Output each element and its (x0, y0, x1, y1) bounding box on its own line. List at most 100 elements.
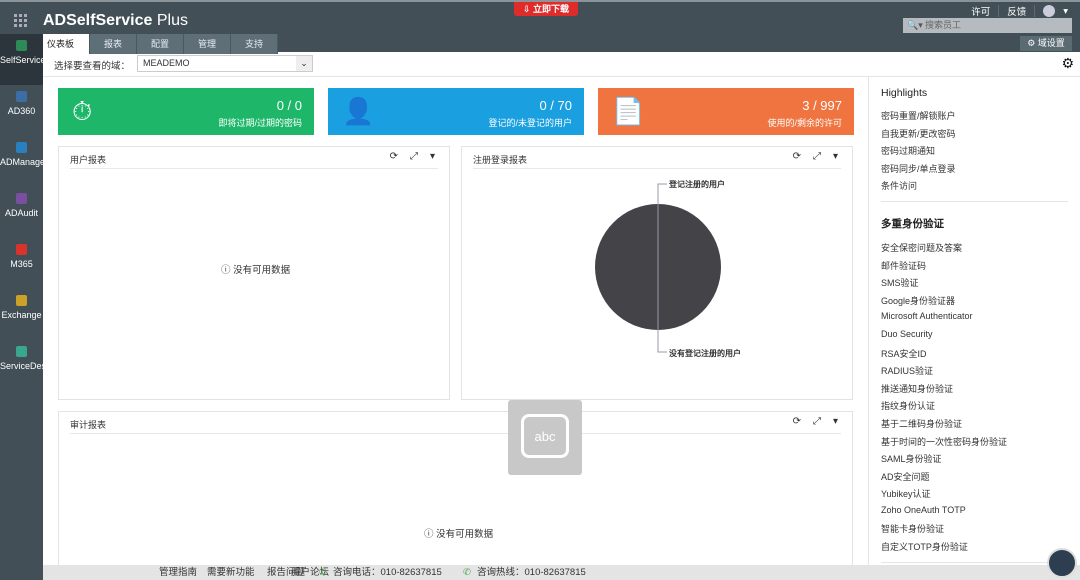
refresh-icon[interactable]: ⟳ (390, 151, 398, 162)
clock-key-icon: ⏱ (72, 96, 93, 126)
highlights-link[interactable]: 自我更新/更改密码 (881, 127, 1068, 145)
feedback-link[interactable]: 反馈 (1007, 4, 1026, 18)
sidebar-item-servicedesk[interactable]: ServiceDesk (0, 340, 43, 391)
mfa-link[interactable]: 指纹身份认证 (881, 399, 1068, 417)
logo: ADSelfService Plus (43, 12, 188, 29)
mfa-link[interactable]: Zoho OneAuth TOTP (881, 505, 1068, 523)
mfa-link[interactable]: 基于二维码身份验证 (881, 417, 1068, 435)
highlights-link[interactable]: 密码过期通知 (881, 144, 1068, 162)
highlights-link[interactable]: 密码重置/解锁账户 (881, 109, 1068, 127)
mfa-link[interactable]: Duo Security (881, 329, 1068, 347)
search-icon: 🔍▾ (907, 20, 923, 30)
mfa-link[interactable]: Google身份验证器 (881, 294, 1068, 312)
mfa-link[interactable]: Microsoft Authenticator (881, 311, 1068, 329)
sidebar-item-admanager[interactable]: ADManager (0, 136, 43, 187)
sidebar-item-label: ADManager (0, 157, 43, 167)
chevron-down-icon[interactable]: ▾ (1063, 6, 1068, 17)
mfa-link[interactable]: 自定义TOTP身份验证 (881, 540, 1068, 558)
chat-support-button[interactable] (1047, 548, 1077, 578)
sidebar-item-label: ADAudit (4, 208, 39, 218)
sidebar: SelfService AD360 ADManager ADAudit M365 Exch… (0, 34, 43, 580)
license-card[interactable]: 📄 3 / 997 使用的/剩余的许可 (598, 88, 854, 135)
audit-report-panel: 审计报表 ⟳ ⤢ ▾ ⓘ 没有可用数据 (58, 411, 853, 571)
consult-phone: 咨询电话：010-82637815 (333, 567, 442, 578)
sidebar-item-m365[interactable]: M365 (0, 238, 43, 289)
mfa-link[interactable]: RSA安全ID (881, 347, 1068, 365)
sidebar-item-label: SelfService (0, 55, 43, 65)
app-icon (16, 142, 27, 153)
highlights-title: Highlights (881, 87, 928, 99)
search-input[interactable]: 🔍▾ 搜索员工 (903, 18, 1072, 33)
user-report-panel: 用户报表 ⟳ ⤢ ▾ ⓘ 没有可用数据 (58, 146, 450, 400)
pie-label-enrolled: 登记注册的用户 (669, 180, 725, 189)
footer: 管理指南 需要新功能 报告问题 用户论坛 ✆ 咨询电话：010-82637815… (43, 565, 1080, 580)
app-icon (16, 91, 27, 102)
mfa-link[interactable]: 安全保密问题及答案 (881, 241, 1068, 259)
highlights-link[interactable]: 条件访问 (881, 179, 1068, 197)
tab-reports[interactable]: 报表 (90, 34, 137, 54)
domain-label: 选择要查看的域： (54, 61, 131, 72)
mfa-link[interactable]: 智能卡身份验证 (881, 522, 1068, 540)
footer-link-feature-request[interactable]: 需要新功能 (207, 565, 255, 580)
mfa-link[interactable]: Yubikey认证 (881, 487, 1068, 505)
info-icon: ⓘ (424, 529, 434, 540)
gear-icon: ⚙ (1027, 38, 1036, 48)
domain-select[interactable]: MEADEMO ⌄ (137, 55, 313, 72)
app-icon (16, 40, 27, 51)
app-icon (16, 295, 27, 306)
tab-configuration[interactable]: 配置 (137, 34, 184, 54)
enrolled-users-card[interactable]: 👤 0 / 70 登记的/未登记的用户 (328, 88, 584, 135)
enrollment-report-panel: 注册登录报表 ⟳ ⤢ ▾ 登记注册的用户 没有登记注册的用户 (461, 146, 853, 400)
password-expiry-card[interactable]: ⏱ 0 / 0 即将过期/过期的密码 (58, 88, 314, 135)
sidebar-item-label: ServiceDesk (0, 361, 43, 371)
mfa-link[interactable]: 基于时间的一次性密码身份验证 (881, 435, 1068, 453)
tab-admin[interactable]: 管理 (184, 34, 231, 54)
pie-label-not-enrolled: 没有登记注册的用户 (669, 349, 741, 358)
chevron-down-icon: ⌄ (296, 56, 312, 71)
consult-hotline: 咨询热线：010-82637815 (477, 567, 586, 578)
app-icon (16, 244, 27, 255)
tab-support[interactable]: 支持 (231, 34, 278, 54)
app-icon (16, 193, 27, 204)
app-icon (16, 346, 27, 357)
domain-bar: 选择要查看的域： MEADEMO ⌄ ⚙ (43, 52, 1080, 77)
expand-icon[interactable]: ⤢ (410, 151, 418, 162)
settings-gear-icon[interactable]: ⚙ (1061, 55, 1074, 72)
user-add-icon: 👤 (342, 96, 375, 126)
domain-settings-button[interactable]: ⚙ 域设置 (1020, 36, 1072, 51)
sidebar-item-exchange[interactable]: Exchange (0, 289, 43, 340)
refresh-icon[interactable]: ⟳ (793, 416, 801, 427)
certificate-icon: 📄 (612, 96, 645, 126)
mfa-title: 多重身份验证 (881, 217, 944, 230)
keyboard-overlay-button[interactable]: abc (508, 400, 582, 475)
highlights-panel: Highlights 密码重置/解锁账户 自我更新/更改密码 密码过期通知 密码同步/… (868, 77, 1080, 567)
info-icon: ⓘ (221, 265, 231, 276)
download-button[interactable]: ⇩ 立即下载 (514, 2, 578, 16)
chevron-down-icon[interactable]: ▾ (430, 151, 435, 162)
sidebar-item-label: M365 (10, 259, 33, 269)
chevron-down-icon[interactable]: ▾ (833, 416, 838, 427)
mfa-link[interactable]: RADIUS验证 (881, 364, 1068, 382)
top-bar: ADSelfService Plus ⇩ 立即下载 许可 反馈 ▾ 🔍▾ 搜索员工… (0, 0, 1080, 54)
sidebar-item-label: Exchange (1, 310, 42, 320)
highlights-link[interactable]: 密码同步/单点登录 (881, 162, 1068, 180)
tab-dashboard[interactable]: 仪表板 (43, 34, 90, 54)
sidebar-item-label: AD360 (7, 106, 36, 116)
license-link[interactable]: 许可 (971, 4, 990, 18)
sidebar-item-ad360[interactable]: AD360 (0, 85, 43, 136)
phone-icon: ✆ (463, 567, 471, 578)
mfa-link[interactable]: 推送通知身份验证 (881, 382, 1068, 400)
user-avatar-icon[interactable] (1043, 5, 1056, 17)
footer-link-admin-guide[interactable]: 管理指南 (159, 565, 197, 580)
mfa-link[interactable]: SMS验证 (881, 276, 1068, 294)
expand-icon[interactable]: ⤢ (813, 416, 821, 427)
phone-icon: ✆ (319, 567, 327, 578)
mfa-link[interactable]: AD安全问题 (881, 470, 1068, 488)
mfa-link[interactable]: SAML身份验证 (881, 452, 1068, 470)
sidebar-item-selfservice[interactable]: SelfService (0, 34, 43, 85)
main-tabs: 仪表板 报表 配置 管理 支持 (43, 34, 278, 54)
enrollment-pie-chart (595, 183, 721, 353)
sidebar-item-adaudit[interactable]: ADAudit (0, 187, 43, 238)
mfa-link[interactable]: 邮件验证码 (881, 259, 1068, 277)
app-grid-icon[interactable] (14, 14, 28, 28)
